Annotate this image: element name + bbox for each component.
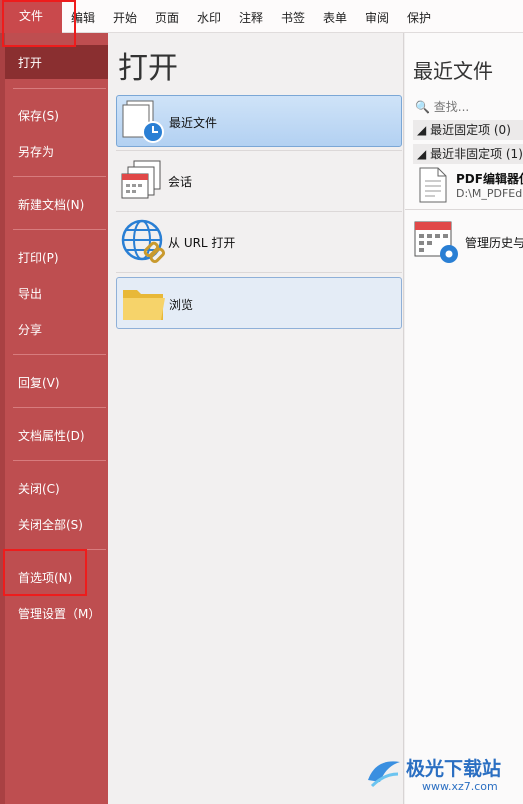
recent-files-panel: 最近文件 🔍 查找... ◢ 最近固定项 (0) ◢ 最近非固定项 (1) PD…: [405, 33, 523, 804]
sidebar-item-print[interactable]: 打印(P): [18, 249, 59, 266]
recent-files-button[interactable]: 最近文件: [116, 95, 402, 147]
unpinned-group-label: 最近非固定项 (1): [430, 147, 523, 161]
browse-button[interactable]: 浏览: [116, 277, 402, 329]
panel-divider: [116, 272, 402, 273]
tab-start[interactable]: 开始: [113, 9, 137, 26]
sidebar-item-preferences[interactable]: 首选项(N): [18, 569, 72, 586]
recent-files-label: 最近文件: [169, 116, 218, 130]
open-panel: 打开 最近文件 会话 从 URL 打开 浏览: [108, 33, 404, 804]
manage-history-label: 管理历史与: [465, 236, 523, 250]
tab-form[interactable]: 表单: [323, 9, 347, 26]
tab-watermark[interactable]: 水印: [197, 9, 221, 26]
tab-annotate[interactable]: 注释: [239, 9, 263, 26]
tab-page[interactable]: 页面: [155, 9, 179, 26]
collapse-triangle-icon: ◢: [417, 123, 427, 137]
pinned-group-header[interactable]: ◢ 最近固定项 (0): [413, 120, 523, 140]
sidebar-item-open[interactable]: 打开: [18, 54, 42, 71]
sidebar-item-save[interactable]: 保存(S): [18, 107, 59, 124]
recent-file-name: PDF编辑器使: [456, 172, 523, 186]
pdf-file-icon: [419, 167, 447, 206]
search-placeholder: 查找...: [433, 100, 470, 114]
menu-bar: 文件 编辑 开始 页面 水印 注释 书签 表单 审阅 保护: [0, 0, 523, 33]
sidebar-item-close[interactable]: 关闭(C): [18, 480, 60, 497]
open-from-url-button[interactable]: 从 URL 打开: [116, 216, 402, 268]
sidebar-divider: [13, 354, 106, 355]
sidebar-item-document-properties[interactable]: 文档属性(D): [18, 427, 85, 444]
globe-link-icon: [120, 218, 166, 264]
sidebar-item-reply[interactable]: 回复(V): [18, 374, 60, 391]
open-panel-title: 打开: [118, 51, 178, 86]
sidebar-divider: [13, 407, 106, 408]
sidebar-divider: [13, 176, 106, 177]
collapse-triangle-icon: ◢: [417, 147, 427, 161]
panel-divider: [116, 211, 402, 212]
open-from-url-label: 从 URL 打开: [168, 236, 236, 250]
sidebar-item-export[interactable]: 导出: [18, 285, 42, 302]
sidebar-divider: [13, 460, 106, 461]
pinned-group-label: 最近固定项 (0): [430, 123, 511, 137]
sidebar-divider: [13, 549, 106, 550]
folder-icon: [121, 280, 167, 326]
recent-files-title: 最近文件: [413, 59, 493, 83]
session-button[interactable]: 会话: [116, 155, 402, 207]
search-icon: 🔍: [415, 100, 430, 114]
tab-file[interactable]: 文件: [0, 0, 62, 33]
sidebar-item-save-as[interactable]: 另存为: [18, 143, 54, 160]
tab-review[interactable]: 审阅: [365, 9, 389, 26]
tab-edit[interactable]: 编辑: [71, 9, 95, 26]
session-label: 会话: [168, 175, 193, 189]
recent-file-path: D:\M_PDFEd: [456, 187, 523, 200]
sidebar-item-new-document[interactable]: 新建文档(N): [18, 196, 84, 213]
recent-files-icon: [121, 98, 167, 144]
watermark-url: www.xz7.com: [422, 780, 498, 793]
panel-divider: [116, 150, 402, 151]
file-sidebar: 打开 保存(S) 另存为 新建文档(N) 打印(P) 导出 分享 回复(V) 文…: [0, 33, 108, 804]
browse-label: 浏览: [169, 298, 194, 312]
watermark-logo-icon: [364, 752, 404, 795]
calendar-gear-icon: [413, 218, 461, 269]
unpinned-group-header[interactable]: ◢ 最近非固定项 (1): [413, 144, 523, 164]
sidebar-item-close-all[interactable]: 关闭全部(S): [18, 516, 83, 533]
sidebar-item-manage-settings[interactable]: 管理设置（M）: [18, 605, 100, 622]
tab-bookmark[interactable]: 书签: [281, 9, 305, 26]
sidebar-item-share[interactable]: 分享: [18, 321, 42, 338]
tab-protect[interactable]: 保护: [407, 9, 431, 26]
session-icon: [120, 157, 166, 203]
search-input[interactable]: 🔍 查找...: [415, 98, 469, 115]
watermark: 极光下载站 www.xz7.com: [360, 748, 520, 798]
panel-divider: [405, 209, 523, 210]
sidebar-divider: [13, 88, 106, 89]
watermark-text: 极光下载站: [406, 758, 502, 780]
sidebar-divider: [13, 229, 106, 230]
